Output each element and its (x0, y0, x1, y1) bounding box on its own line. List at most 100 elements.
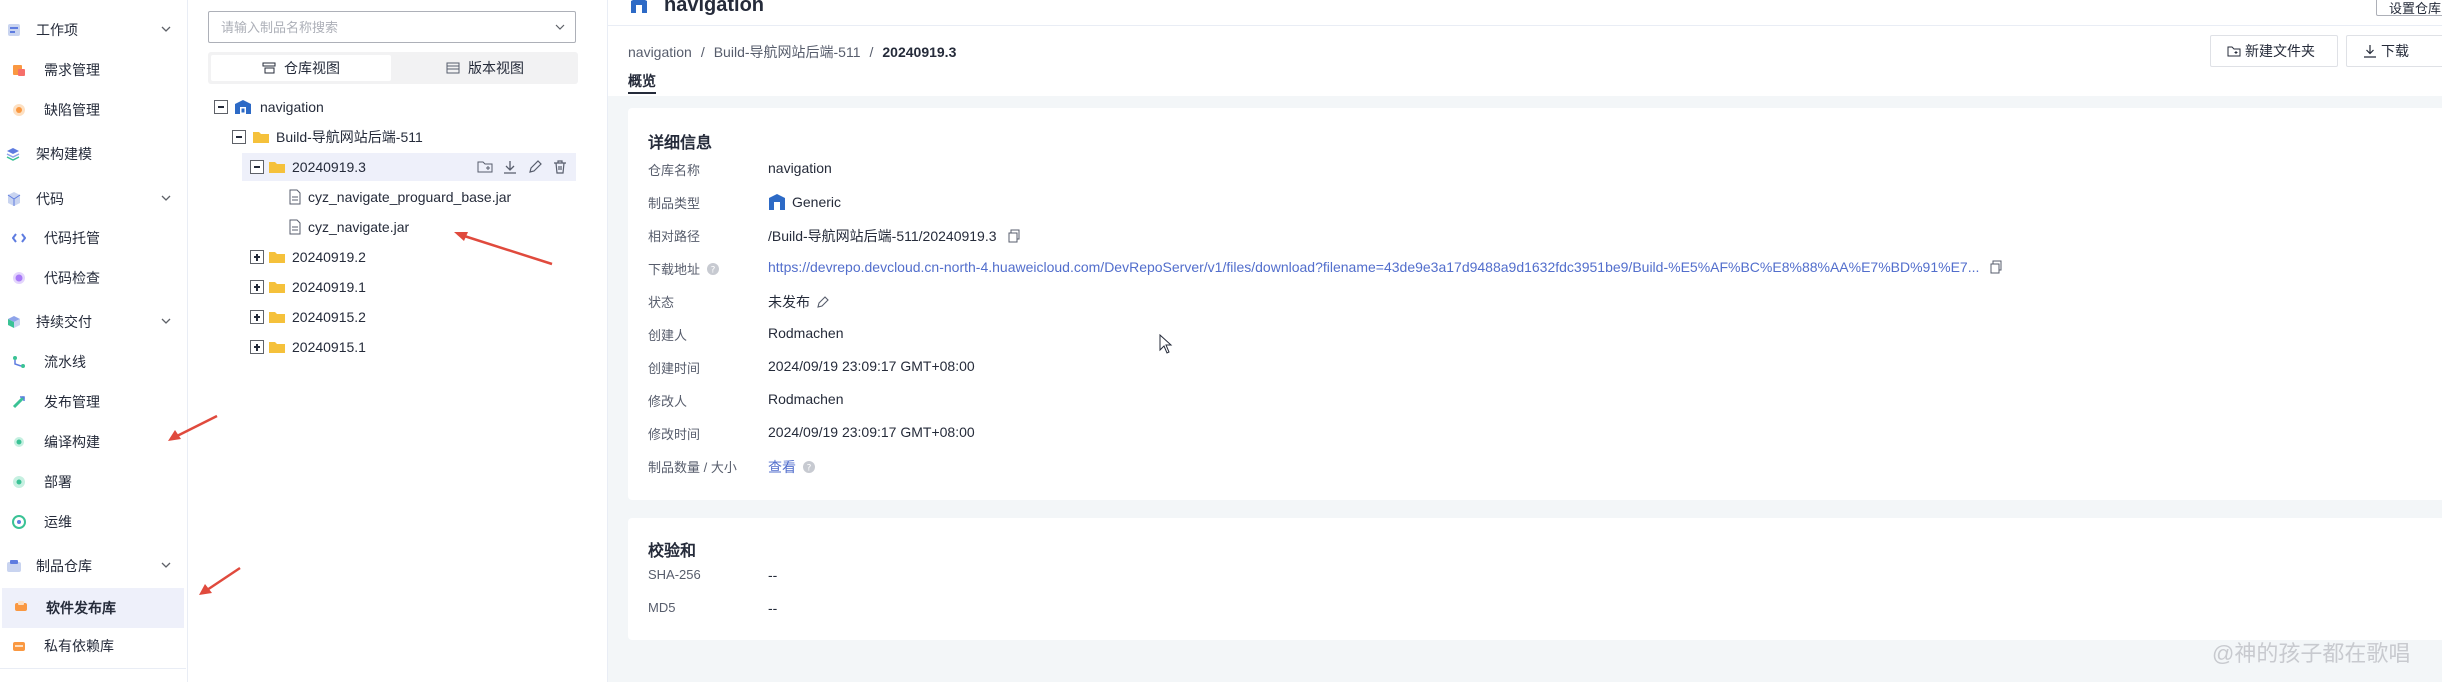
expand-icon[interactable] (250, 310, 264, 324)
chevron-down-icon (161, 318, 171, 324)
artifact-search-input[interactable] (209, 12, 549, 42)
detail-label: 制品类型 (648, 196, 701, 211)
tree-node-label: navigation (260, 99, 324, 115)
nav-group-code[interactable]: 代码 (0, 182, 186, 216)
breadcrumb-separator: / (700, 44, 705, 60)
pipeline-icon (13, 356, 25, 368)
edit-icon[interactable] (527, 159, 543, 175)
nav-group-artifact[interactable]: 制品仓库 (0, 549, 186, 583)
tab-repository-view[interactable]: 仓库视图 (211, 55, 391, 81)
sidebar-item-deploy[interactable]: 部署 (0, 464, 184, 500)
sidebar-item-pipeline[interactable]: 流水线 (0, 344, 184, 380)
view-link[interactable]: 查看 (768, 457, 796, 477)
artifact-tree-panel: 仓库视图 版本视图 navigation Build-导航网站后端-511 20… (188, 0, 608, 682)
file-icon (289, 189, 301, 205)
detail-value: 2024/09/19 23:09:17 GMT+08:00 (768, 424, 975, 440)
detail-label: 相对路径 (648, 229, 701, 244)
download-button[interactable]: 下载 (2346, 35, 2442, 67)
sidebar-item-label: 需求管理 (44, 62, 100, 78)
sidebar-item-bugs[interactable]: 缺陷管理 (0, 92, 184, 128)
folder-icon (269, 282, 285, 293)
main-content: navigation 设置仓库 navigation / Build-导航网站后… (608, 0, 2442, 682)
nav-group-label: 工作项 (36, 22, 78, 38)
svg-text:?: ? (711, 265, 716, 275)
collapse-icon[interactable] (250, 160, 264, 174)
sidebar-item-label: 代码托管 (44, 230, 100, 246)
artifact-search[interactable] (208, 11, 576, 43)
details-title: 详细信息 (648, 135, 713, 152)
new-folder-icon[interactable] (477, 159, 493, 175)
details-card: 详细信息 仓库名称 navigation 制品类型 Generic 相对路径 /… (628, 108, 2442, 500)
collapse-icon[interactable] (232, 130, 246, 144)
tab-overview[interactable]: 概览 (628, 71, 656, 91)
tree-node-version[interactable]: 20240915.2 (208, 303, 588, 331)
repository-icon (631, 0, 647, 13)
sidebar-item-software-repo[interactable]: 软件发布库 (2, 588, 184, 628)
detail-label: 修改人 (648, 394, 688, 409)
detail-label: 状态 (648, 295, 675, 310)
main-header: navigation 设置仓库 navigation / Build-导航网站后… (608, 0, 2442, 96)
sidebar-item-code-check[interactable]: 代码检查 (0, 260, 184, 296)
expand-icon[interactable] (250, 250, 264, 264)
chevron-down-icon[interactable] (555, 22, 565, 32)
copy-icon[interactable] (1989, 260, 2003, 274)
mouse-cursor-icon (1159, 334, 1173, 354)
help-icon[interactable]: ? (706, 262, 720, 276)
sidebar-item-requirements[interactable]: 需求管理 (0, 52, 184, 88)
header-divider (608, 25, 2442, 26)
new-folder-button[interactable]: 新建文件夹 (2210, 35, 2338, 67)
row-actions (477, 159, 568, 175)
detail-value: 未发布 (768, 294, 810, 310)
detail-label: 修改时间 (648, 427, 701, 442)
sidebar-item-code-hosting[interactable]: 代码托管 (0, 220, 184, 256)
nav-group-label: 持续交付 (36, 314, 92, 330)
download-url-link[interactable]: https://devrepo.devcloud.cn-north-4.huaw… (768, 259, 1979, 275)
tree-node-version[interactable]: 20240915.1 (208, 333, 588, 361)
settings-button[interactable]: 设置仓库 (2376, 0, 2442, 16)
sidebar-item-ops[interactable]: 运维 (0, 504, 184, 540)
expand-icon[interactable] (250, 340, 264, 354)
chevron-down-icon (161, 195, 171, 201)
tab-version-view[interactable]: 版本视图 (395, 55, 575, 81)
tree-node-label: 20240919.3 (292, 159, 366, 175)
bug-icon (13, 104, 25, 116)
delivery-icon (8, 316, 20, 328)
detail-value: Rodmachen (768, 391, 844, 407)
sidebar-item-architecture[interactable]: 架构建模 (0, 136, 184, 172)
build-icon (14, 437, 24, 447)
breadcrumb-item[interactable]: navigation (628, 44, 692, 60)
tree-node-build[interactable]: Build-导航网站后端-511 (208, 123, 588, 151)
chevron-down-icon (161, 26, 171, 32)
sidebar-item-private-repo[interactable]: 私有依赖库 (0, 628, 184, 664)
help-icon[interactable]: ? (802, 460, 816, 474)
checksum-title: 校验和 (648, 543, 697, 560)
nav-group-delivery[interactable]: 持续交付 (0, 305, 186, 339)
copy-icon[interactable] (1007, 229, 1021, 243)
tree-node-root[interactable]: navigation (208, 93, 588, 121)
sidebar-item-release[interactable]: 发布管理 (0, 384, 184, 420)
workitem-icon (8, 24, 20, 36)
artifact-icon (7, 560, 21, 572)
generic-repo-icon (769, 194, 785, 210)
download-icon[interactable] (502, 159, 518, 175)
delete-icon[interactable] (552, 159, 568, 175)
sidebar-item-label: 流水线 (44, 354, 86, 370)
tree-node-version[interactable]: 20240919.1 (208, 273, 588, 301)
software-repo-icon (15, 601, 27, 611)
checksum-value: -- (768, 600, 778, 616)
edit-icon[interactable] (816, 295, 830, 309)
button-label: 下载 (2381, 43, 2409, 59)
collapse-icon[interactable] (214, 100, 228, 114)
tree-node-selected-version[interactable]: 20240919.3 (242, 153, 576, 181)
tab-active-indicator (628, 92, 656, 94)
breadcrumb-item[interactable]: Build-导航网站后端-511 (714, 42, 861, 62)
nav-group-workitem[interactable]: 工作项 (0, 13, 186, 47)
detail-value-type: Generic (768, 193, 841, 211)
sidebar-item-label: 代码检查 (44, 270, 100, 286)
expand-icon[interactable] (250, 280, 264, 294)
tree-node-file[interactable]: cyz_navigate_proguard_base.jar (208, 183, 588, 211)
file-icon (289, 219, 301, 235)
sidebar-item-label: 软件发布库 (46, 600, 116, 616)
sidebar-item-build[interactable]: 编译构建 (0, 424, 184, 460)
detail-label: 仓库名称 (648, 163, 701, 178)
